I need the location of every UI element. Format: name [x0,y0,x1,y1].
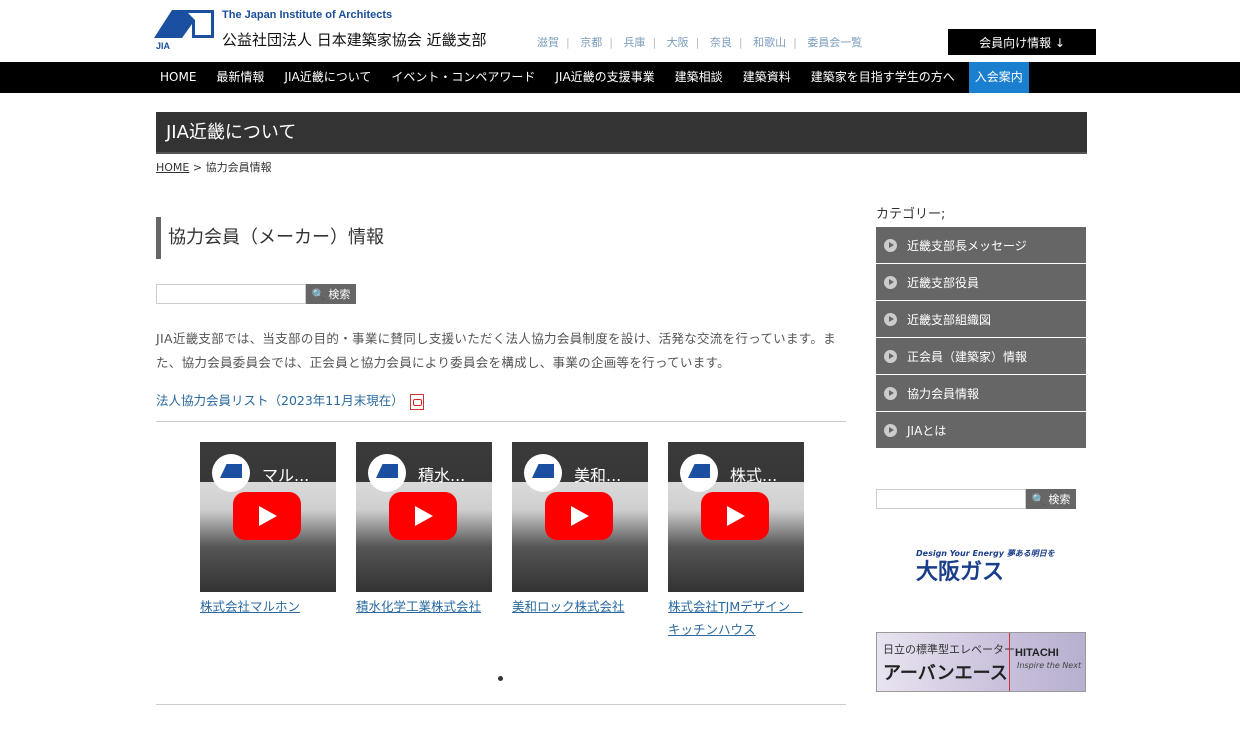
video-card: 株式... 株式会社TJMデザイン キッチンハウス [668,442,804,641]
section-title-bar: JIA近畿について [156,112,1087,154]
breadcrumb: HOME > 協力会員情報 [156,159,272,175]
video-title: マル... [262,466,310,485]
org-name-japanese: 公益社団法人 日本建築家協会 近畿支部 [222,31,487,49]
arrow-right-icon [884,275,897,289]
search-icon: 🔍 [1031,492,1046,506]
video-thumbnail[interactable]: 株式... [668,442,804,592]
region-link-kyoto[interactable]: 京都 [580,36,602,49]
nav-events[interactable]: イベント・コンペアワード [385,62,549,93]
sidebar-search: 🔍 検索 [876,489,1076,509]
breadcrumb-home-link[interactable]: HOME [156,161,189,174]
video-company-link[interactable]: 美和ロック株式会社 [512,595,648,618]
divider [156,704,846,705]
video-title: 積水... [418,466,466,485]
chevron-right-icon: > [192,161,203,174]
nav-materials[interactable]: 建築資料 [737,62,805,93]
play-icon[interactable] [545,492,613,540]
category-item[interactable]: JIAとは [876,412,1086,448]
nav-join[interactable]: 入会案内 [968,62,1029,93]
arrow-right-icon [884,312,897,326]
video-card: 美和... 美和ロック株式会社 [512,442,648,618]
main-nav: HOME 最新情報 JIA近畿について イベント・コンペアワード JIA近畿の支… [0,62,1240,93]
main-search: 🔍 検索 [156,284,356,304]
intro-text: JIA近畿支部では、当支部の目的・事業に賛同し支援いただく法人協力会員制度を設け… [156,331,836,370]
video-thumbnail[interactable]: 美和... [512,442,648,592]
region-link-nara[interactable]: 奈良 [710,36,732,49]
video-title: 株式... [730,466,778,485]
play-icon[interactable] [233,492,301,540]
region-link-shiga[interactable]: 滋賀 [537,36,559,49]
video-company-link[interactable]: 積水化学工業株式会社 [356,595,492,618]
sidebar-search-input[interactable] [876,489,1026,509]
category-title: カテゴリー; [876,207,946,222]
region-links: 滋賀 | 京都 | 兵庫 | 大阪 | 奈良 | 和歌山 | 委員会一覧 [537,36,863,49]
arrow-right-icon [884,423,897,437]
category-list: 近畿支部長メッセージ 近畿支部役員 近畿支部組織図 正会員（建築家）情報 協力会… [876,227,1086,449]
channel-avatar[interactable] [368,454,406,492]
carousel-dot[interactable] [498,676,503,681]
video-card: マル... 株式会社マルホン [200,442,336,618]
category-item[interactable]: 協力会員情報 [876,375,1086,411]
arrow-right-icon [884,349,897,363]
committee-list-link[interactable]: 委員会一覧 [807,36,862,49]
nav-support[interactable]: JIA近畿の支援事業 [549,62,668,93]
play-icon[interactable] [701,492,769,540]
video-thumbnail[interactable]: マル... [200,442,336,592]
video-company-link[interactable]: 株式会社TJMデザイン キッチンハウス [668,595,804,641]
page-heading: 協力会員（メーカー）情報 [156,217,384,259]
breadcrumb-current: 協力会員情報 [205,161,272,174]
nav-news[interactable]: 最新情報 [210,62,278,93]
divider [156,421,846,422]
region-link-osaka[interactable]: 大阪 [667,36,689,49]
pdf-icon[interactable] [409,393,424,410]
member-list-pdf-link[interactable]: 法人協力会員リスト（2023年11月末現在） [156,393,404,408]
channel-avatar[interactable] [212,454,250,492]
arrow-right-icon [884,386,897,400]
region-link-wakayama[interactable]: 和歌山 [753,36,786,49]
arrow-right-icon [884,238,897,252]
jia-logo[interactable]: JIA [154,10,214,51]
category-item[interactable]: 近畿支部長メッセージ [876,227,1086,263]
search-button[interactable]: 🔍 検索 [306,284,356,304]
search-input[interactable] [156,284,306,304]
play-icon[interactable] [389,492,457,540]
pdf-link-row: 法人協力会員リスト（2023年11月末現在） [156,390,424,410]
video-card: 積水... 積水化学工業株式会社 [356,442,492,618]
osaka-gas-banner[interactable]: Design Your Energy 夢ある明日を 大阪ガス [916,548,1055,596]
member-info-button[interactable]: 会員向け情報 ↓ [948,29,1096,55]
org-name-english: The Japan Institute of Architects [222,9,393,21]
category-item[interactable]: 近畿支部組織図 [876,301,1086,337]
nav-consultation[interactable]: 建築相談 [669,62,737,93]
nav-about[interactable]: JIA近畿について [278,62,385,93]
channel-avatar[interactable] [524,454,562,492]
sidebar-search-button[interactable]: 🔍 検索 [1026,489,1076,509]
hitachi-elevator-banner[interactable]: 日立の標準型エレベーター アーバンエース HITACHI Inspire the… [876,632,1086,692]
nav-home[interactable]: HOME [154,62,210,93]
category-item[interactable]: 近畿支部役員 [876,264,1086,300]
search-icon: 🔍 [311,287,326,301]
video-title: 美和... [574,466,622,485]
channel-avatar[interactable] [680,454,718,492]
nav-students[interactable]: 建築家を目指す学生の方へ [805,62,969,93]
category-item[interactable]: 正会員（建築家）情報 [876,338,1086,374]
logo-text: JIA [156,41,171,50]
region-link-hyogo[interactable]: 兵庫 [623,36,645,49]
video-thumbnail[interactable]: 積水... [356,442,492,592]
video-company-link[interactable]: 株式会社マルホン [200,595,336,618]
